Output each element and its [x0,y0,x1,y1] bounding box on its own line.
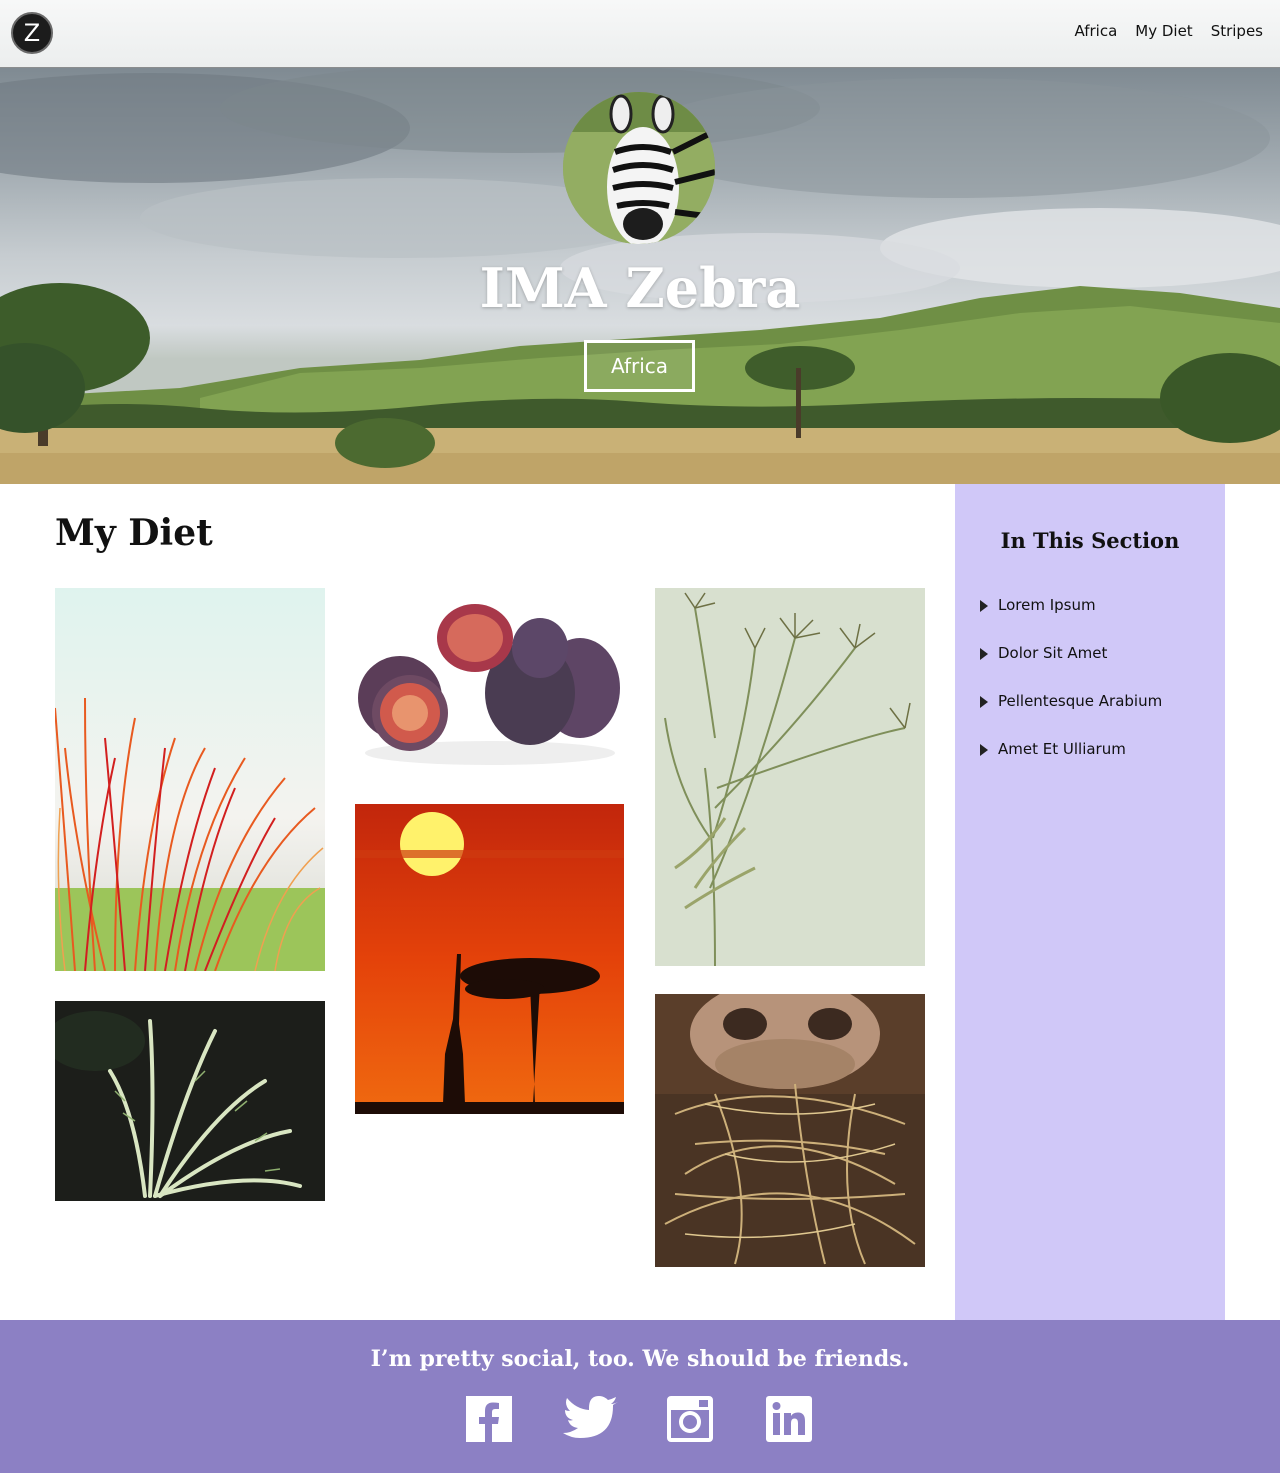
arrow-right-icon [980,648,988,660]
hero-title: IMA Zebra [479,256,801,320]
grass-plume-photo[interactable] [55,1001,325,1201]
twitter-icon[interactable] [563,1396,619,1442]
red-grass-photo[interactable] [55,588,325,971]
arrow-right-icon [980,696,988,708]
footer-tagline: I’m pretty social, too. We should be fri… [370,1346,910,1372]
nav-link-my-diet[interactable]: My Diet [1135,22,1192,40]
sidebar-item-pellentesque-arabium[interactable]: Pellentesque Arabium [980,692,1162,740]
footer: I’m pretty social, too. We should be fri… [0,1320,1280,1473]
zebra-avatar [563,92,715,244]
arrow-right-icon [980,600,988,612]
logo[interactable]: Z [11,12,53,54]
sidebar-item-amet-et-ulliarum[interactable]: Amet Et Ulliarum [980,740,1162,788]
seed-grass-photo[interactable] [655,588,925,966]
sidebar-item-dolor-sit-amet[interactable]: Dolor Sit Amet [980,644,1162,692]
facebook-icon[interactable] [466,1396,512,1442]
sunset-giraffe-photo[interactable] [355,804,624,1114]
sidebar-item-label: Lorem Ipsum [998,596,1096,614]
sidebar-item-lorem-ipsum[interactable]: Lorem Ipsum [980,596,1162,644]
instagram-icon[interactable] [667,1396,713,1442]
linkedin-icon[interactable] [766,1396,812,1442]
hero-banner: IMA Zebra Africa [0,68,1280,484]
sidebar: In This Section Lorem Ipsum Dolor Sit Am… [955,484,1225,1320]
sidebar-list: Lorem Ipsum Dolor Sit Amet Pellentesque … [980,596,1162,788]
sidebar-title: In This Section [1000,528,1180,553]
africa-button[interactable]: Africa [584,340,695,392]
figs-photo[interactable] [355,588,625,774]
arrow-right-icon [980,744,988,756]
nav-link-africa[interactable]: Africa [1074,22,1117,40]
sidebar-item-label: Amet Et Ulliarum [998,740,1126,758]
sidebar-item-label: Pellentesque Arabium [998,692,1163,710]
top-navigation: Z Africa My Diet Stripes [0,0,1280,68]
nav-link-stripes[interactable]: Stripes [1211,22,1263,40]
zebra-photo [563,92,715,244]
nav-links: Africa My Diet Stripes [1074,22,1263,40]
zebra-eating-hay-photo[interactable] [655,994,925,1267]
sidebar-item-label: Dolor Sit Amet [998,644,1108,662]
page-title: My Diet [55,512,213,554]
